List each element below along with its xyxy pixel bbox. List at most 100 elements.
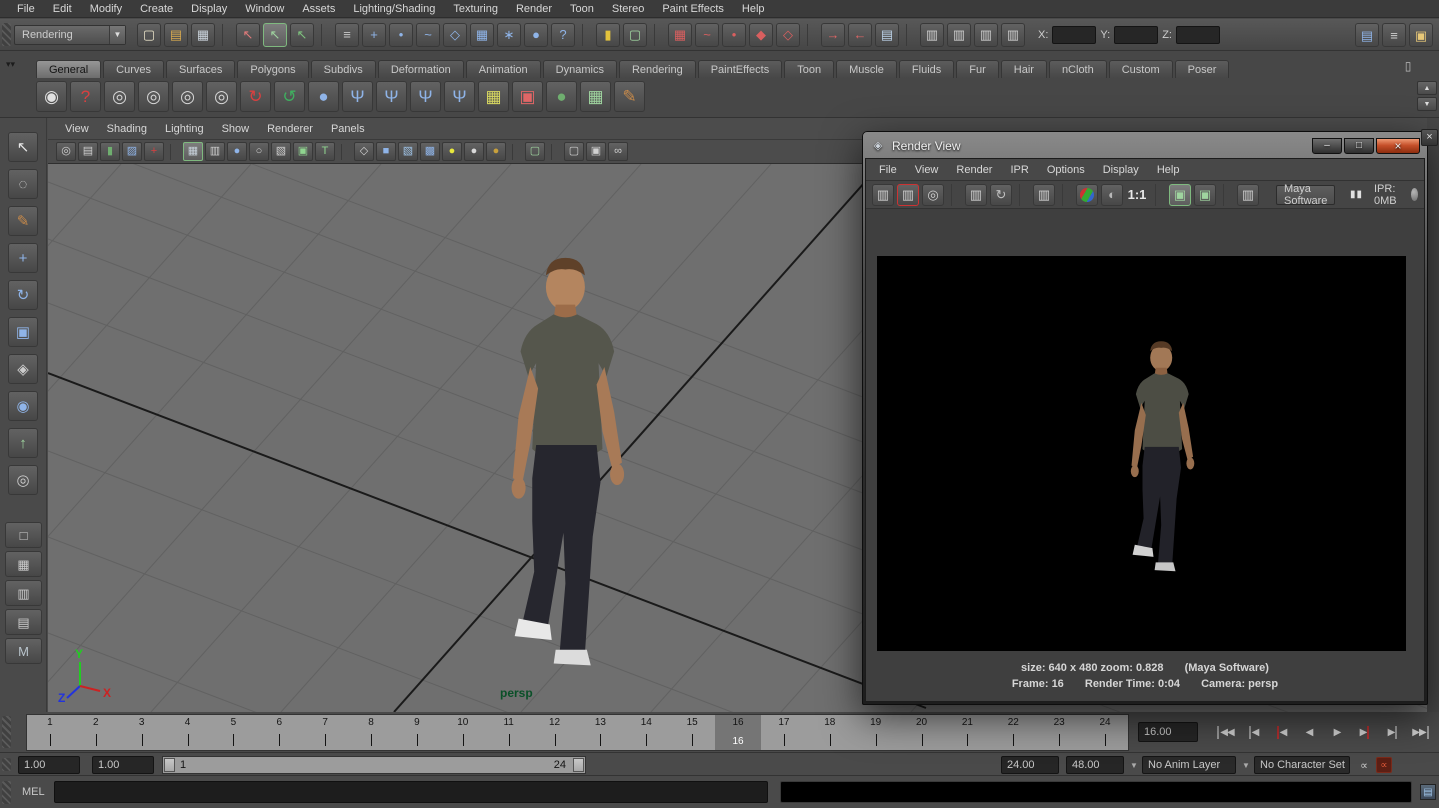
mask-dynamics-icon[interactable]: ∗	[497, 23, 521, 47]
new-scene-icon[interactable]: ▢	[137, 23, 161, 47]
command-line-grip[interactable]	[2, 781, 11, 804]
shelf-tab-fluids[interactable]: Fluids	[899, 60, 954, 78]
main-menu-render[interactable]: Render	[507, 2, 561, 16]
layout-single-pane-icon[interactable]: □	[5, 522, 42, 548]
main-menu-paint-effects[interactable]: Paint Effects	[653, 2, 733, 16]
dag-hierarchy-icon-2[interactable]: Ψ	[376, 81, 407, 112]
character-key-icon[interactable]: ∝	[1356, 757, 1372, 773]
select-component-icon[interactable]: ↖	[290, 23, 314, 47]
dag-hierarchy-icon-3[interactable]: Ψ	[410, 81, 441, 112]
timeline-frame-12[interactable]: 12	[532, 715, 578, 750]
shelf-tab-curves[interactable]: Curves	[103, 60, 164, 78]
camera-dolly-icon[interactable]: ◎	[138, 81, 169, 112]
gate-mask-icon[interactable]: ○	[249, 142, 269, 161]
main-menu-lighting-shading[interactable]: Lighting/Shading	[344, 2, 444, 16]
camera-link-icon[interactable]: ∞	[608, 142, 628, 161]
shelf-tab-custom[interactable]: Custom	[1109, 60, 1173, 78]
rv-remove-image-icon[interactable]: ▣	[1194, 184, 1216, 206]
current-time-input[interactable]	[1138, 722, 1198, 742]
timeline-frame-18[interactable]: 18	[807, 715, 853, 750]
shelf-tab-painteffects[interactable]: PaintEffects	[698, 60, 783, 78]
scale-tool-icon[interactable]: ▣	[8, 317, 38, 347]
timeline-frame-21[interactable]: 21	[945, 715, 991, 750]
render-current-frame-icon[interactable]: ▥	[947, 23, 971, 47]
timeline-frame-14[interactable]: 14	[623, 715, 669, 750]
timeline-frame-24[interactable]: 24	[1082, 715, 1128, 750]
renderer-dropdown[interactable]: Maya Software	[1276, 185, 1335, 205]
render-view-menu-display[interactable]: Display	[1094, 163, 1148, 177]
shelf-help-icon[interactable]: ?	[70, 81, 101, 112]
playback-start-input[interactable]	[92, 756, 154, 774]
main-menu-assets[interactable]: Assets	[293, 2, 344, 16]
viewport-menu-shading[interactable]: Shading	[98, 122, 156, 136]
go-to-start-button[interactable]: ◀◀	[1212, 721, 1238, 743]
dag-hierarchy-icon-4[interactable]: Ψ	[444, 81, 475, 112]
snap-projected-center-icon[interactable]: ◆	[749, 23, 773, 47]
shelf-tab-deformation[interactable]: Deformation	[378, 60, 464, 78]
shelf-scroll-up-icon[interactable]: ▲	[1417, 81, 1437, 95]
main-menu-edit[interactable]: Edit	[44, 2, 81, 16]
viewport-menu-show[interactable]: Show	[213, 122, 259, 136]
ipr-pause-icon[interactable]: ▮▮	[1350, 189, 1363, 200]
step-forward-key-button[interactable]: ▶	[1352, 721, 1378, 743]
render-view-menu-options[interactable]: Options	[1038, 163, 1094, 177]
timeline-frame-15[interactable]: 15	[669, 715, 715, 750]
animation-start-input[interactable]	[18, 756, 80, 774]
select-tool-icon[interactable]: ↖	[8, 132, 38, 162]
chevron-down-icon[interactable]: ▼	[109, 26, 125, 44]
step-forward-frame-button[interactable]: ▶	[1380, 721, 1406, 743]
time-slider-grip[interactable]	[2, 716, 11, 748]
timeline-frame-13[interactable]: 13	[578, 715, 624, 750]
menu-set-dropdown[interactable]: Rendering ▼	[14, 25, 126, 45]
main-menu-display[interactable]: Display	[182, 2, 236, 16]
timeline-frame-8[interactable]: 8	[348, 715, 394, 750]
animation-end-input[interactable]	[1066, 756, 1124, 774]
mask-handles-icon[interactable]: +	[362, 23, 386, 47]
node-editor-icon[interactable]: ▦	[478, 81, 509, 112]
shelf-scroll-down-icon[interactable]: ▼	[1417, 97, 1437, 111]
paint-effects-brush-icon[interactable]: ✎	[614, 81, 645, 112]
wireframe-icon[interactable]: ◇	[354, 142, 374, 161]
lock-selection-icon[interactable]: ▮	[596, 23, 620, 47]
redo-arrow-icon[interactable]: ↻	[240, 81, 271, 112]
render-view-menu-ipr[interactable]: IPR	[1001, 163, 1037, 177]
lasso-tool-icon[interactable]: ◌	[8, 169, 38, 199]
rv-keep-image-icon[interactable]: ▥	[1237, 184, 1259, 206]
resolution-gate-icon[interactable]: ●	[227, 142, 247, 161]
output-connections-icon[interactable]: ←	[848, 23, 872, 47]
render-image[interactable]	[877, 256, 1406, 651]
step-back-frame-button[interactable]: ◀	[1240, 721, 1266, 743]
smooth-shade-icon[interactable]: ■	[376, 142, 396, 161]
layout-four-pane-icon[interactable]: ▦	[5, 551, 42, 577]
shelf-tab-ncloth[interactable]: nCloth	[1049, 60, 1107, 78]
panel-close-button[interactable]: ×	[1421, 129, 1438, 146]
light-bulb-gray-icon[interactable]: ●	[464, 142, 484, 161]
timeline-frame-1[interactable]: 1	[27, 715, 73, 750]
textured-icon[interactable]: ▧	[398, 142, 418, 161]
shelf-tab-toon[interactable]: Toon	[784, 60, 834, 78]
mel-command-input[interactable]	[54, 781, 768, 803]
move-tool-icon[interactable]: +	[8, 243, 38, 273]
undo-arrow-icon[interactable]: ↺	[274, 81, 305, 112]
last-tool-icon[interactable]: ◎	[8, 465, 38, 495]
timeline-frame-5[interactable]: 5	[211, 715, 257, 750]
timeline-frame-23[interactable]: 23	[1036, 715, 1082, 750]
light-bulb-gold-icon[interactable]: ●	[486, 142, 506, 161]
main-menu-help[interactable]: Help	[733, 2, 774, 16]
dag-hierarchy-icon-1[interactable]: Ψ	[342, 81, 373, 112]
timeline-frame-19[interactable]: 19	[853, 715, 899, 750]
rv-zoom-1to1-icon[interactable]: 1:1	[1126, 184, 1148, 206]
play-backwards-button[interactable]: ◀	[1296, 721, 1322, 743]
character-mesh[interactable]	[512, 258, 625, 666]
coord-z-input[interactable]	[1176, 26, 1220, 44]
main-menu-create[interactable]: Create	[131, 2, 182, 16]
rv-render-icon[interactable]: ▥	[872, 184, 894, 206]
timeline-frame-11[interactable]: 11	[486, 715, 532, 750]
range-slider[interactable]: 1 24	[162, 756, 586, 774]
soft-mod-icon[interactable]: ◉	[8, 391, 38, 421]
paint-select-tool-icon[interactable]: ✎	[8, 206, 38, 236]
assign-material-icon[interactable]: ●	[546, 81, 577, 112]
auto-keyframe-icon[interactable]: ∝	[1376, 757, 1392, 773]
field-chart-icon[interactable]: ▧	[271, 142, 291, 161]
minimize-button[interactable]: –	[1312, 138, 1342, 154]
